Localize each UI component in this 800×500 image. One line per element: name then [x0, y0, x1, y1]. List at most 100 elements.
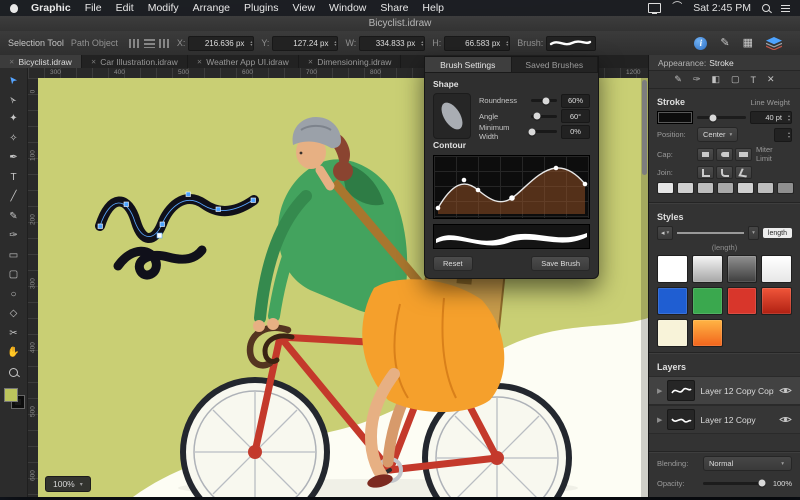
- screen-mirroring-icon[interactable]: [648, 3, 662, 14]
- menu-help[interactable]: Help: [415, 0, 451, 16]
- arrange-icon-2[interactable]: [143, 38, 155, 48]
- opacity-slider[interactable]: [703, 479, 766, 487]
- stroke-color-well[interactable]: [657, 111, 693, 124]
- cap-butt-button[interactable]: [697, 147, 714, 161]
- selection-tool[interactable]: ➤: [3, 70, 25, 90]
- text-style-icon[interactable]: T: [751, 75, 757, 85]
- tab-bicyclist[interactable]: ✕ Bicyclist.idraw: [0, 55, 82, 68]
- menu-window[interactable]: Window: [322, 0, 373, 16]
- blending-dropdown[interactable]: Normal ▾: [703, 456, 792, 471]
- dash-preset[interactable]: [717, 182, 734, 194]
- style-swatch-red-orange[interactable]: [761, 287, 792, 315]
- style-swatch-red[interactable]: [726, 287, 758, 315]
- style-swatch-green[interactable]: [691, 287, 723, 315]
- tab-weather-app-ui[interactable]: ✕ Weather App UI.idraw: [188, 55, 299, 68]
- reset-button[interactable]: Reset: [433, 256, 473, 271]
- disclosure-icon[interactable]: ▶: [657, 387, 662, 395]
- layers-button[interactable]: [766, 36, 782, 50]
- x-field[interactable]: 216.636 px ▴ ▾: [188, 35, 255, 51]
- rounded-rectangle-tool[interactable]: ▢: [3, 265, 25, 285]
- length-badge[interactable]: length: [762, 228, 792, 238]
- arrange-icon-3[interactable]: [158, 38, 170, 48]
- vertical-scrollbar[interactable]: [641, 78, 648, 497]
- zoom-tool[interactable]: [3, 363, 25, 383]
- eye-icon[interactable]: [779, 415, 792, 424]
- dash-preset[interactable]: [657, 182, 674, 194]
- magic-wand-tool[interactable]: ✦: [3, 109, 25, 129]
- join-round-button[interactable]: [716, 166, 733, 179]
- dash-preset[interactable]: [757, 182, 774, 194]
- roundness-value[interactable]: 60%: [561, 93, 590, 108]
- color-wells[interactable]: [3, 388, 25, 409]
- spotlight-icon[interactable]: [762, 4, 770, 12]
- rectangle-tool[interactable]: ▭: [3, 246, 25, 266]
- layer-row-1[interactable]: ▶ Layer 12 Copy Copy: [649, 376, 800, 405]
- pen-icon[interactable]: ✎: [674, 74, 682, 85]
- lasso-tool[interactable]: ✧: [3, 129, 25, 149]
- polygon-tool[interactable]: ◇: [3, 304, 25, 324]
- h-field[interactable]: 66.583 px ▴ ▾: [444, 35, 511, 51]
- style-swatch-white[interactable]: [657, 255, 688, 283]
- menu-app[interactable]: Graphic: [24, 0, 78, 16]
- wifi-icon[interactable]: ⌒: [672, 3, 682, 13]
- contour-curve-editor[interactable]: [433, 155, 590, 219]
- style-swatch-cream[interactable]: [657, 319, 688, 347]
- y-field[interactable]: 127.24 px ▴ ▾: [272, 35, 339, 51]
- pencil-button[interactable]: ✎: [720, 37, 729, 49]
- close-icon[interactable]: ✕: [9, 58, 14, 66]
- tab-brush-settings[interactable]: Brush Settings: [425, 57, 512, 72]
- brush-tool[interactable]: ✑: [3, 226, 25, 246]
- brush-tip-preview[interactable]: [433, 93, 471, 139]
- w-field[interactable]: 334.833 px ▴ ▾: [359, 35, 426, 51]
- arrowhead-start-dropdown[interactable]: ◂ ▾: [657, 226, 674, 240]
- eye-icon[interactable]: [779, 386, 792, 395]
- none-icon[interactable]: ✕: [767, 74, 775, 85]
- info-button[interactable]: i: [694, 36, 708, 50]
- style-swatch-soft-white[interactable]: [761, 255, 792, 283]
- ellipse-tool[interactable]: ○: [3, 285, 25, 305]
- line-weight-stepper[interactable]: 40 pt ▴ ▾: [750, 111, 792, 124]
- tab-saved-brushes[interactable]: Saved Brushes: [512, 57, 598, 72]
- zoom-control[interactable]: 100% ▾: [45, 476, 91, 492]
- menu-plugins[interactable]: Plugins: [237, 0, 285, 16]
- close-icon[interactable]: ✕: [308, 58, 313, 66]
- close-icon[interactable]: ✕: [197, 58, 202, 66]
- scissors-tool[interactable]: ✂: [3, 324, 25, 344]
- menu-edit[interactable]: Edit: [109, 0, 141, 16]
- fill-well[interactable]: [3, 388, 18, 402]
- stroke-icon[interactable]: ▢: [731, 74, 740, 85]
- dash-preset[interactable]: [777, 182, 794, 194]
- minimum-width-value[interactable]: 0%: [561, 124, 590, 139]
- dash-preset[interactable]: [697, 182, 714, 194]
- menu-view[interactable]: View: [285, 0, 322, 16]
- position-dropdown[interactable]: Center ▾: [697, 127, 739, 142]
- menu-share[interactable]: Share: [373, 0, 415, 16]
- notification-center-icon[interactable]: [781, 4, 790, 12]
- join-miter-button[interactable]: [697, 166, 714, 179]
- style-swatch-blue[interactable]: [657, 287, 688, 315]
- roundness-slider[interactable]: [531, 97, 557, 104]
- scrollbar-thumb[interactable]: [642, 80, 647, 175]
- style-swatch-silver[interactable]: [691, 255, 723, 283]
- type-tool[interactable]: T: [3, 168, 25, 188]
- hand-tool[interactable]: ✋: [3, 343, 25, 363]
- direct-selection-tool[interactable]: ➢: [3, 90, 25, 110]
- brush-icon[interactable]: ✑: [693, 74, 701, 85]
- miter-limit-stepper[interactable]: ▴ ▾: [774, 127, 792, 142]
- tab-car-illustration[interactable]: ✕ Car Illustration.idraw: [82, 55, 188, 68]
- layer-row-2[interactable]: ▶ Layer 12 Copy: [649, 405, 800, 434]
- pen-tool[interactable]: ✒: [3, 148, 25, 168]
- fill-icon[interactable]: ◧: [712, 74, 721, 85]
- style-swatch-gray[interactable]: [726, 255, 758, 283]
- minimum-width-slider[interactable]: [528, 128, 557, 135]
- join-bevel-button[interactable]: [735, 166, 752, 179]
- arrowhead-end-dropdown[interactable]: ▾: [748, 226, 759, 240]
- grid-button[interactable]: ▦: [743, 37, 753, 49]
- apple-logo-icon[interactable]: [10, 3, 18, 13]
- angle-value[interactable]: 60°: [561, 109, 590, 123]
- save-brush-button[interactable]: Save Brush: [531, 256, 590, 271]
- brush-preview-well[interactable]: [546, 35, 597, 51]
- window-titlebar[interactable]: Bicyclist.idraw: [0, 16, 800, 32]
- cap-square-button[interactable]: [735, 147, 752, 161]
- dash-preset[interactable]: [737, 182, 754, 194]
